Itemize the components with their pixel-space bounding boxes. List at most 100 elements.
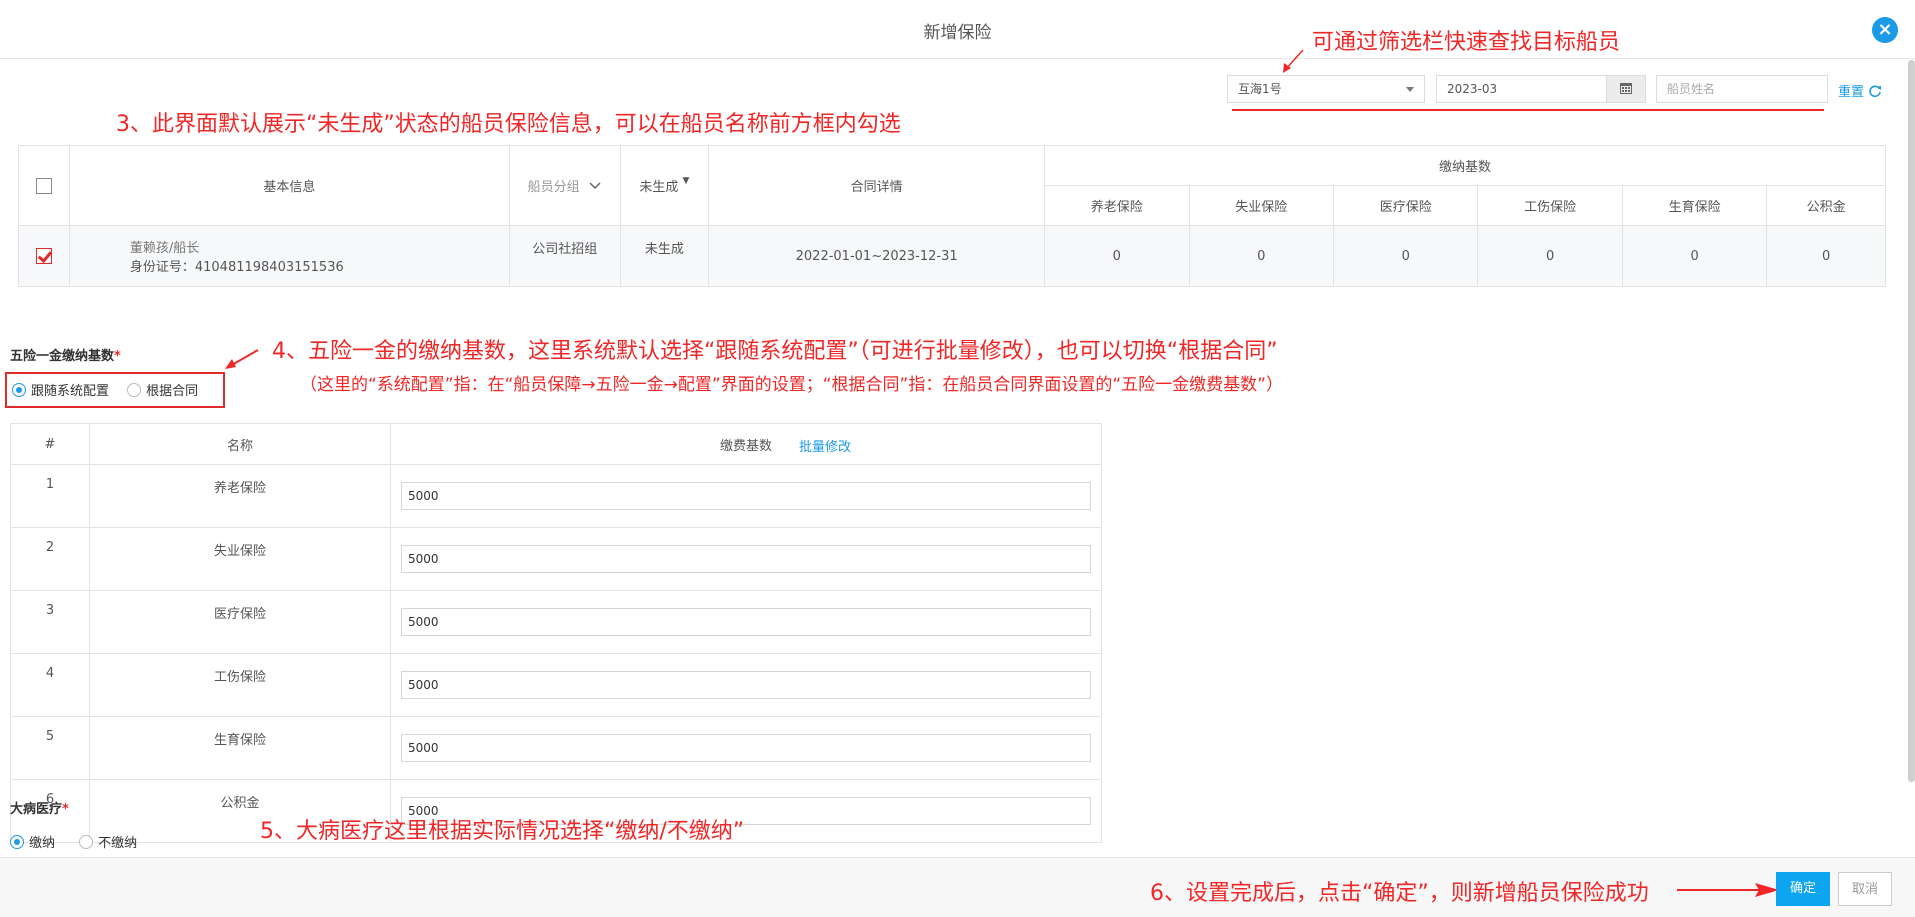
- radio-follow-system[interactable]: 跟随系统配置: [12, 382, 110, 399]
- row-value-cell: 5000: [390, 527, 1102, 591]
- reset-button[interactable]: 重置: [1838, 81, 1882, 100]
- base-value: 0: [1188, 225, 1334, 287]
- row-index: 4: [10, 653, 90, 717]
- row-checkbox[interactable]: [35, 248, 52, 264]
- base-value: 0: [1477, 225, 1623, 287]
- header-group[interactable]: 船员分组: [508, 145, 621, 226]
- annotation-arrow-step6: [1677, 883, 1779, 897]
- header-index: #: [10, 423, 90, 465]
- row-select-cell: [18, 225, 70, 287]
- five-insurance-label-text: 五险一金缴纳基数: [10, 349, 115, 364]
- table-row[interactable]: 董赖孩/船长 身份证号：410481198403151536 公司社招组 未生成…: [18, 225, 1886, 287]
- row-value-cell: 5000: [390, 653, 1102, 717]
- annotation-underline: [1232, 109, 1824, 111]
- radio-by-contract[interactable]: 根据合同: [127, 382, 199, 399]
- header-base: 缴费基数 批量修改: [390, 423, 1102, 465]
- row-name: 医疗保险: [89, 590, 391, 654]
- cancel-button[interactable]: 取消: [1838, 872, 1892, 906]
- radio-label: 跟随系统配置: [31, 384, 110, 399]
- radio-button[interactable]: [79, 834, 94, 849]
- crew-name-input[interactable]: 船员姓名: [1656, 75, 1828, 103]
- row-index: 5: [10, 716, 90, 780]
- caret-down-icon: ▼: [682, 176, 690, 186]
- base-amount-input[interactable]: 5000: [401, 671, 1091, 699]
- header-base-col: 医疗保险: [1332, 185, 1479, 226]
- row-name: 失业保险: [89, 527, 391, 591]
- ship-select-value: 互海1号: [1238, 82, 1282, 96]
- ship-select[interactable]: 互海1号: [1227, 75, 1425, 103]
- base-value: 0: [1766, 225, 1886, 287]
- required-mark: *: [62, 802, 69, 817]
- close-icon[interactable]: ×: [1872, 17, 1898, 43]
- chevron-down-icon: [1406, 87, 1414, 92]
- crew-contract: 2022-01-01~2023-12-31: [708, 225, 1046, 287]
- crew-id: 身份证号：410481198403151536: [129, 260, 344, 275]
- calendar-icon[interactable]: [1606, 76, 1645, 102]
- refresh-icon: [1869, 85, 1882, 98]
- header-base-group: 缴纳基数: [1044, 145, 1886, 186]
- header-status[interactable]: 未生成 ▼: [619, 145, 710, 226]
- row-value-cell: 5000: [390, 716, 1102, 780]
- radio-label: 根据合同: [146, 384, 199, 399]
- base-value: 0: [1332, 225, 1479, 287]
- month-picker[interactable]: 2023-03: [1436, 75, 1646, 103]
- table-row: 5 生育保险 5000: [10, 716, 1102, 780]
- crew-name-role: 董赖孩/船长: [129, 241, 200, 256]
- annotation-arrow-step4: [225, 349, 259, 369]
- annotation-step4: 4、五险一金的缴纳基数，这里系统默认选择“跟随系统配置”（可进行批量修改），也可…: [272, 339, 1278, 364]
- five-insurance-options: 跟随系统配置 根据合同: [12, 380, 198, 399]
- scrollbar[interactable]: [1908, 60, 1915, 782]
- header-base-col: 生育保险: [1621, 185, 1768, 226]
- required-mark: *: [114, 349, 121, 364]
- header-base-col: 失业保险: [1188, 185, 1334, 226]
- header-base-col: 公积金: [1766, 185, 1886, 226]
- table-row: 3 医疗保险 5000: [10, 590, 1102, 654]
- row-name: 生育保险: [89, 716, 391, 780]
- annotation-step3: 3、此界面默认展示“未生成”状态的船员保险信息，可以在船员名称前方框内勾选: [116, 112, 901, 137]
- crew-basic-info: 董赖孩/船长 身份证号：410481198403151536: [68, 225, 510, 287]
- dialog-title: 新增保险: [923, 23, 992, 43]
- reset-label: 重置: [1838, 85, 1865, 100]
- annotation-step6: 6、设置完成后，点击“确定”，则新增船员保险成功: [1150, 881, 1649, 906]
- table-row: 1 养老保险 5000: [10, 464, 1102, 528]
- base-amount-input[interactable]: 5000: [401, 608, 1091, 636]
- crew-table: 基本信息 船员分组 未生成 ▼ 合同详情 缴纳基数 养老保险 失业保险 医疗保险…: [18, 145, 1886, 287]
- confirm-button[interactable]: 确定: [1776, 872, 1830, 906]
- insurance-base-table: # 名称 缴费基数 批量修改 1 养老保险 5000 2 失业保险 5000 3…: [10, 423, 1102, 843]
- base-amount-input[interactable]: 5000: [401, 734, 1091, 762]
- base-amount-input[interactable]: 5000: [401, 482, 1091, 510]
- radio-pay[interactable]: 缴纳: [10, 834, 56, 851]
- radio-button[interactable]: [12, 382, 26, 397]
- serious-illness-label: 大病医疗*: [10, 798, 69, 817]
- base-amount-input[interactable]: 5000: [401, 545, 1091, 573]
- header-base-label: 缴费基数: [719, 438, 772, 454]
- annotation-step5: 5、大病医疗这里根据实际情况选择“缴纳/不缴纳”: [260, 819, 745, 844]
- header-base-col: 工伤保险: [1477, 185, 1623, 226]
- base-value: 0: [1621, 225, 1768, 287]
- header-contract: 合同详情: [708, 145, 1046, 226]
- serious-illness-options: 缴纳 不缴纳: [10, 832, 137, 851]
- radio-label: 不缴纳: [98, 836, 138, 851]
- row-index: 3: [10, 590, 90, 654]
- radio-button[interactable]: [127, 382, 142, 397]
- select-all-cell: [18, 145, 70, 226]
- five-insurance-label: 五险一金缴纳基数*: [10, 345, 121, 364]
- serious-illness-label-text: 大病医疗: [10, 802, 63, 817]
- row-index: 2: [10, 527, 90, 591]
- row-name: 工伤保险: [89, 653, 391, 717]
- header-base-col: 养老保险: [1044, 185, 1190, 226]
- crew-status: 未生成: [619, 225, 710, 287]
- batch-edit-link[interactable]: 批量修改: [799, 436, 851, 455]
- annotation-step4-sub: （这里的“系统配置”指：在“船员保障→五险一金→配置”界面的设置；“根据合同”指…: [300, 375, 1283, 395]
- radio-button[interactable]: [10, 834, 24, 849]
- month-picker-value: 2023-03: [1447, 82, 1498, 96]
- annotation-filter-tip: 可通过筛选栏快速查找目标船员: [1312, 30, 1621, 55]
- base-value: 0: [1044, 225, 1190, 287]
- radio-not-pay[interactable]: 不缴纳: [79, 834, 138, 851]
- table-row: 2 失业保险 5000: [10, 527, 1102, 591]
- select-all-checkbox[interactable]: [35, 177, 52, 194]
- radio-label: 缴纳: [29, 836, 56, 851]
- row-value-cell: 5000: [390, 590, 1102, 654]
- crew-group: 公司社招组: [508, 225, 621, 287]
- header-group-label: 船员分组: [527, 180, 580, 195]
